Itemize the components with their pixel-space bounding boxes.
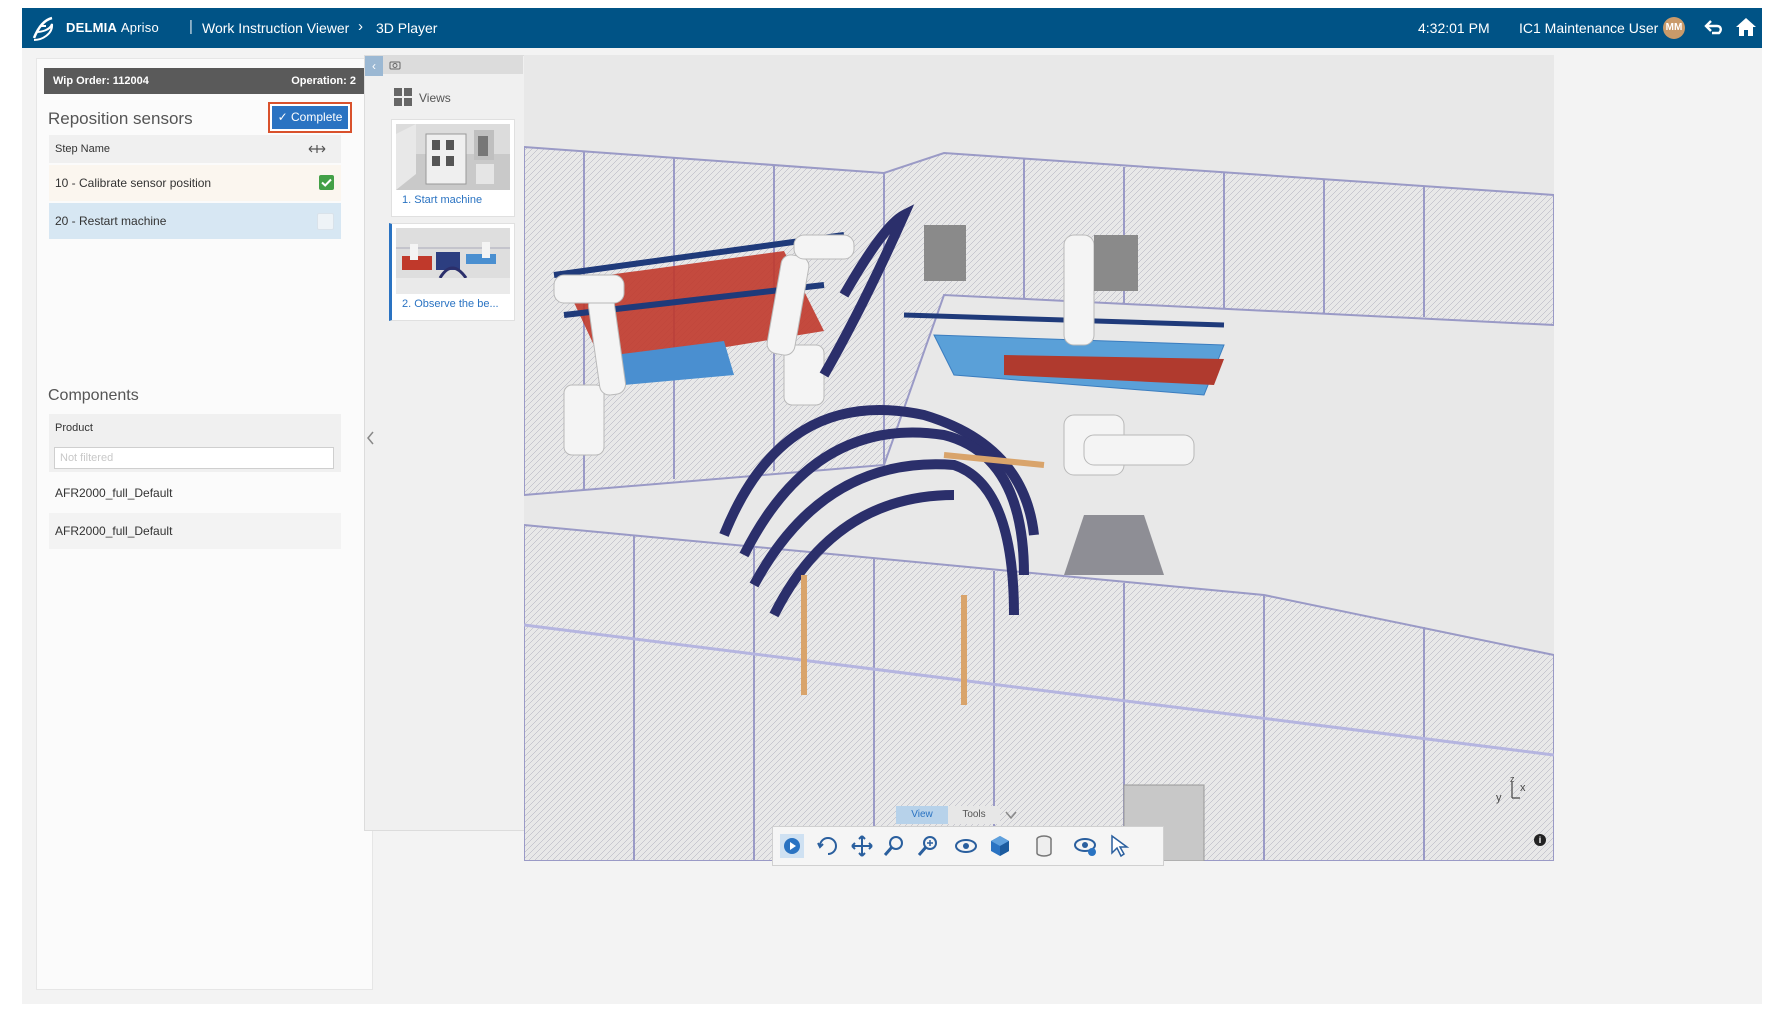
views-panel: ‹ Views 1. Start machine 2. Observe the … [364,55,526,831]
step-row[interactable]: 10 - Calibrate sensor position [49,165,341,201]
collapse-views-button[interactable]: ‹ [365,56,383,76]
views-title: Views [419,91,451,105]
cylinder-icon[interactable] [1031,833,1057,859]
chevron-left-icon [367,431,374,445]
ds-logo-icon [32,16,54,41]
view-thumbnail-1[interactable]: 1. Start machine [391,119,515,217]
product-column-header: Product [55,422,93,434]
camera-icon[interactable] [389,60,401,70]
step-row-selected[interactable]: 20 - Restart machine [49,203,341,239]
breadcrumb-separator: | [189,18,193,35]
step-checkbox-checked[interactable] [319,175,334,190]
axis-indicator: y z x [1492,774,1532,808]
checkmark-icon: ✓ [277,110,288,124]
axis-x-label: x [1520,782,1526,794]
view-label: 1. Start machine [402,194,483,206]
wip-order-bar: Wip Order: 112004 Operation: 2 [44,68,365,94]
clock-time: 4:32:01 PM [1418,20,1490,36]
view-thumbnail-image [396,228,510,294]
axis-y-label: y [1496,792,1502,804]
pan-icon[interactable] [849,833,875,859]
chevron-down-icon[interactable] [1004,808,1018,822]
top-bar: DELMIA Apriso | Work Instruction Viewer … [22,8,1762,48]
step-name-column-header: Step Name [55,143,111,155]
look-icon[interactable] [953,833,979,859]
wip-order-label: Wip Order: 112004 [53,75,149,87]
component-row[interactable]: AFR2000_full_Default [49,513,341,549]
visibility-icon[interactable] [1073,833,1099,859]
breadcrumb-work-instruction-viewer[interactable]: Work Instruction Viewer [202,20,349,36]
step-name: 10 - Calibrate sensor position [55,176,212,190]
select-icon[interactable] [1107,833,1133,859]
breadcrumb-chevron-icon: › [358,18,363,35]
play-icon[interactable] [779,833,805,859]
view-thumbnail-2-selected[interactable]: 2. Observe the be... [389,223,515,321]
brand-name: DELMIA Apriso [66,20,159,35]
back-icon[interactable] [1702,16,1726,40]
3d-viewer-canvas[interactable] [524,55,1554,861]
avatar[interactable]: MM [1663,17,1685,39]
axis-z-label: z [1510,774,1515,784]
viewer-toolbar [772,826,1164,866]
product-filter-input[interactable]: Not filtered [54,447,334,469]
step-name: 20 - Restart machine [55,214,167,228]
step-checkbox-unchecked[interactable] [317,213,334,230]
home-icon[interactable] [1734,15,1758,39]
view-thumbnail-image [396,124,510,190]
3d-scene [524,55,1554,861]
tab-tools[interactable]: Tools [948,806,1000,824]
steps-table-header: Step Name [49,135,341,163]
component-row[interactable]: AFR2000_full_Default [49,475,341,511]
complete-button-label: Complete [291,110,343,124]
app-frame: DELMIA Apriso | Work Instruction Viewer … [22,8,1762,1004]
rotate-icon[interactable] [815,833,841,859]
breadcrumb-3d-player: 3D Player [376,20,438,36]
work-instruction-panel: Wip Order: 112004 Operation: 2 Repositio… [36,58,373,990]
info-icon[interactable]: i [1534,834,1546,846]
component-name: AFR2000_full_Default [55,524,173,538]
component-name: AFR2000_full_Default [55,486,173,500]
operation-label: Operation: 2 [291,75,356,87]
tab-view[interactable]: View [896,806,948,824]
check-icon [321,178,332,187]
view-cube-icon[interactable] [987,833,1013,859]
control-cabinet-1 [924,225,966,281]
grid-views-icon [394,88,412,106]
zoom-area-icon[interactable] [915,833,941,859]
column-resize-icon[interactable] [307,143,327,155]
viewer-tabs: View Tools [896,806,1026,824]
task-title: Reposition sensors [48,109,193,128]
components-title: Components [48,387,139,404]
view-label: 2. Observe the be... [402,298,499,310]
zoom-icon[interactable] [881,833,907,859]
complete-button[interactable]: ✓ Complete [268,102,352,133]
panel-collapse-handle[interactable] [364,418,378,458]
control-cabinet-2 [1094,235,1138,291]
user-name[interactable]: IC1 Maintenance User [1519,20,1658,36]
